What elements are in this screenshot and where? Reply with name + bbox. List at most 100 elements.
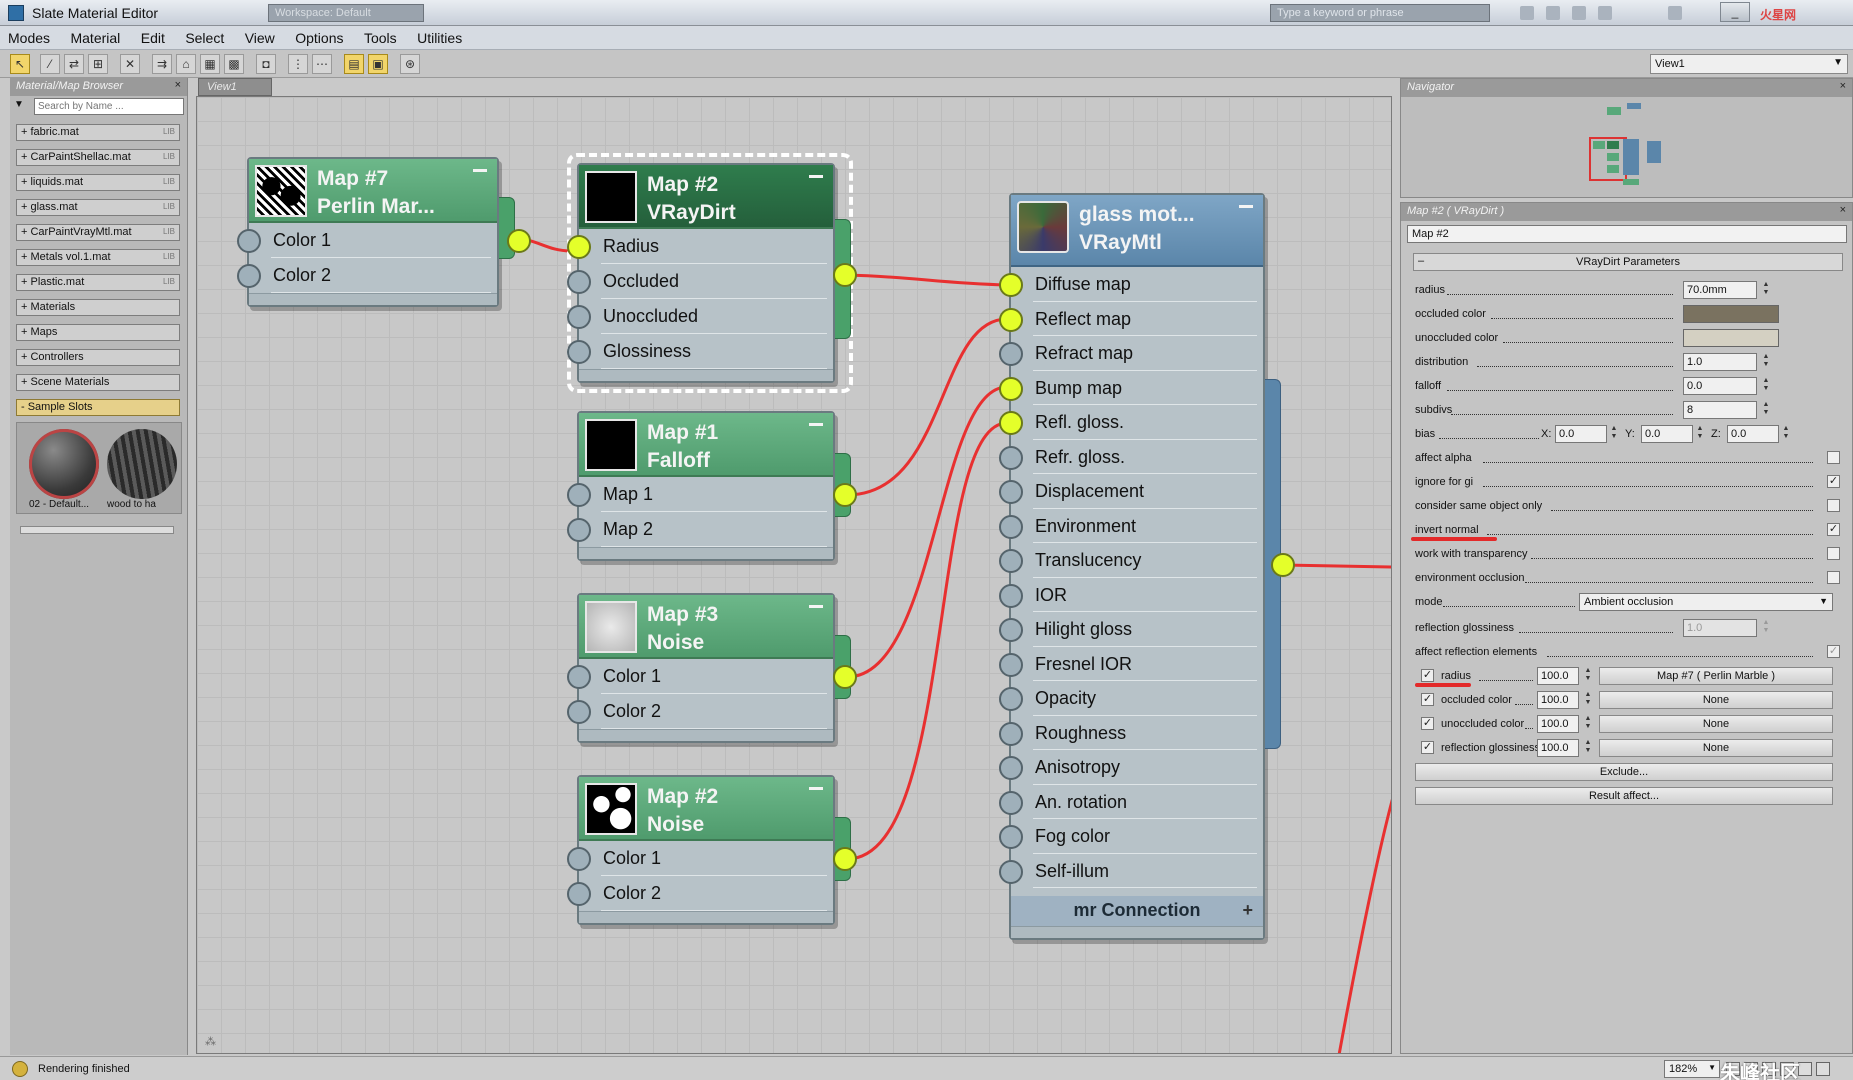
input-socket[interactable] [999,756,1023,780]
map-button-reflection-glossiness[interactable]: None [1599,739,1833,757]
node-header[interactable]: Map #3 Noise [579,595,833,659]
spinner-arrows-icon[interactable]: ▲ ▼ [1583,715,1593,733]
wire[interactable] [846,421,1008,861]
node-noise-map2[interactable]: Map #2 Noise Color 1 Color 2 [567,775,851,925]
minimize-icon[interactable] [473,169,487,172]
input-socket[interactable] [999,514,1023,539]
menu-utilities[interactable]: Utilities [409,26,470,46]
input-socket[interactable] [999,790,1023,815]
unoccluded-color-swatch[interactable] [1683,329,1779,347]
input-socket[interactable] [999,583,1023,608]
input-socket[interactable] [999,618,1023,642]
input-socket[interactable] [237,264,261,288]
spinner-arrows-icon[interactable]: ▲ ▼ [1761,353,1771,371]
star-icon[interactable] [1546,6,1560,20]
node-footer[interactable] [579,729,833,741]
search-options-icon[interactable]: ▼ [14,99,24,110]
map-button-occluded[interactable]: None [1599,691,1833,709]
input-socket[interactable] [999,859,1023,884]
sample-slot[interactable]: wood to ha [107,429,177,513]
bias-x-spinner[interactable]: 0.0 [1555,425,1607,443]
mr-connection-rollout[interactable]: mr Connection + [1011,896,1263,926]
library-item[interactable]: + fabric.mat LIB [16,124,180,141]
mode-dropdown[interactable]: Ambient occlusion ▼ [1579,593,1833,611]
pick-material-icon[interactable]: ⁄ [40,54,60,74]
delete-icon[interactable]: ✕ [120,54,140,74]
input-socket[interactable] [999,273,1023,297]
spinner-arrows-icon[interactable]: ▲ ▼ [1761,377,1771,395]
category-maps[interactable]: + Maps [16,324,180,341]
move-children-icon[interactable]: ⇉ [152,54,172,74]
map-name-field[interactable]: Map #2 [1407,225,1847,243]
result-affect-button[interactable]: Result affect... [1415,787,1833,805]
parameter-editor-toggle-icon[interactable]: ▣ [368,54,388,74]
node-glass-vraymtl[interactable]: glass mot... VRayMtl Diffuse map Reflect … [999,193,1281,940]
communication-icon[interactable] [1668,6,1682,20]
browser-search-input[interactable] [34,98,184,115]
node-footer[interactable] [579,547,833,559]
output-socket[interactable] [1271,553,1295,577]
map-enable-checkbox[interactable]: ✓ [1421,741,1434,754]
input-socket[interactable] [999,652,1023,677]
spinner-arrows-icon[interactable]: ▲ ▼ [1695,425,1705,443]
view-options-icon[interactable] [1816,1062,1830,1076]
minimize-icon[interactable] [809,423,823,426]
zoom-dropdown[interactable]: 182% ▼ [1664,1060,1720,1078]
map-amount-spinner[interactable]: 100.0 [1537,691,1579,709]
input-socket[interactable] [999,549,1023,573]
map-button-unoccluded[interactable]: None [1599,715,1833,733]
expand-icon[interactable]: + [1242,896,1253,924]
input-socket[interactable] [567,847,591,871]
category-sample-slots[interactable]: - Sample Slots [16,399,180,416]
wire[interactable] [1282,563,1392,569]
radius-spinner[interactable]: 70.0mm [1683,281,1757,299]
output-socket[interactable] [507,229,531,253]
library-item[interactable]: + liquids.mat LIB [16,174,180,191]
input-socket[interactable] [999,480,1023,504]
input-socket[interactable] [999,825,1023,849]
menu-edit[interactable]: Edit [133,26,173,46]
input-socket[interactable] [567,483,591,507]
close-icon[interactable]: × [1840,80,1846,92]
info-icon[interactable] [1598,6,1612,20]
layout-vertical-icon[interactable]: ⋮ [288,54,308,74]
sample-slot[interactable]: 02 - Default... [29,429,99,513]
layout-icon[interactable]: ▦ [200,54,220,74]
spinner-arrows-icon[interactable]: ▲ ▼ [1609,425,1619,443]
input-socket[interactable] [567,518,591,542]
map-button-radius[interactable]: Map #7 ( Perlin Marble ) [1599,667,1833,685]
view-tab[interactable]: View1 [198,78,272,96]
minimize-icon[interactable] [809,787,823,790]
assign-material-icon[interactable]: ⊞ [88,54,108,74]
input-socket[interactable] [567,235,591,259]
input-socket[interactable] [567,882,591,906]
input-socket[interactable] [999,445,1023,470]
node-footer[interactable] [579,911,833,923]
minimize-button[interactable]: _ [1720,2,1750,22]
wire[interactable] [1337,797,1392,1054]
minimize-icon[interactable] [1239,205,1253,208]
menu-modes[interactable]: Modes [0,26,58,46]
ignore-for-gi-checkbox[interactable]: ✓ [1827,475,1840,488]
node-header[interactable]: glass mot... VRayMtl [1011,195,1263,267]
minimize-icon[interactable] [809,605,823,608]
input-socket[interactable] [567,700,591,724]
node-canvas[interactable]: Map #7 Perlin Mar... Color 1 Color 2 Map … [196,96,1392,1054]
close-icon[interactable]: × [175,79,181,91]
output-socket[interactable] [833,665,857,689]
collapse-icon[interactable]: – [1418,255,1424,267]
map-amount-spinner[interactable]: 100.0 [1537,739,1579,757]
library-item[interactable]: + CarPaintShellac.mat LIB [16,149,180,166]
input-socket[interactable] [567,340,591,364]
node-header[interactable]: Map #1 Falloff [579,413,833,477]
workspace-selector[interactable]: Workspace: Default [268,4,424,22]
node-header[interactable]: Map #7 Perlin Mar... [249,159,497,223]
zoom-selected-icon[interactable] [1798,1062,1812,1076]
search-icon[interactable] [1520,6,1534,20]
put-to-scene-icon[interactable]: ⇄ [64,54,84,74]
category-controllers[interactable]: + Controllers [16,349,180,366]
map-enable-checkbox[interactable]: ✓ [1421,717,1434,730]
subdivs-spinner[interactable]: 8 [1683,401,1757,419]
library-item[interactable]: + glass.mat LIB [16,199,180,216]
spinner-arrows-icon[interactable]: ▲ ▼ [1583,691,1593,709]
